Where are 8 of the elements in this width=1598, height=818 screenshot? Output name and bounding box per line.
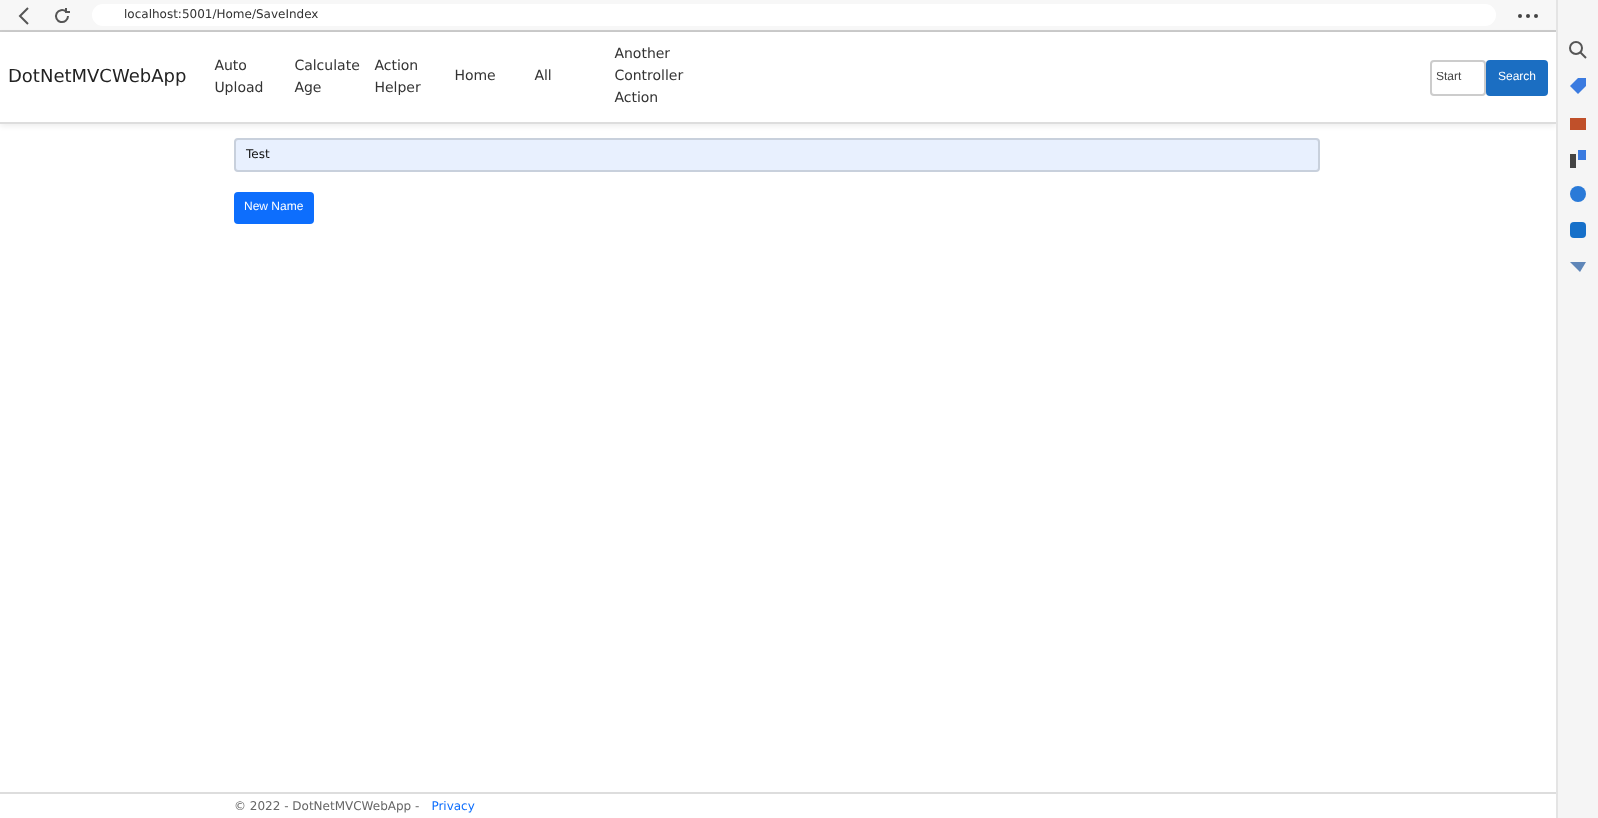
search-icon[interactable] <box>1568 40 1588 60</box>
brand-link[interactable]: DotNetMVCWebApp <box>8 67 187 87</box>
back-icon[interactable] <box>16 5 32 25</box>
circle-icon[interactable] <box>1568 184 1588 204</box>
refresh-icon[interactable] <box>52 5 72 25</box>
tag-icon[interactable] <box>1568 76 1588 96</box>
app-icon[interactable] <box>1568 220 1588 240</box>
more-icon[interactable] <box>1516 11 1540 19</box>
